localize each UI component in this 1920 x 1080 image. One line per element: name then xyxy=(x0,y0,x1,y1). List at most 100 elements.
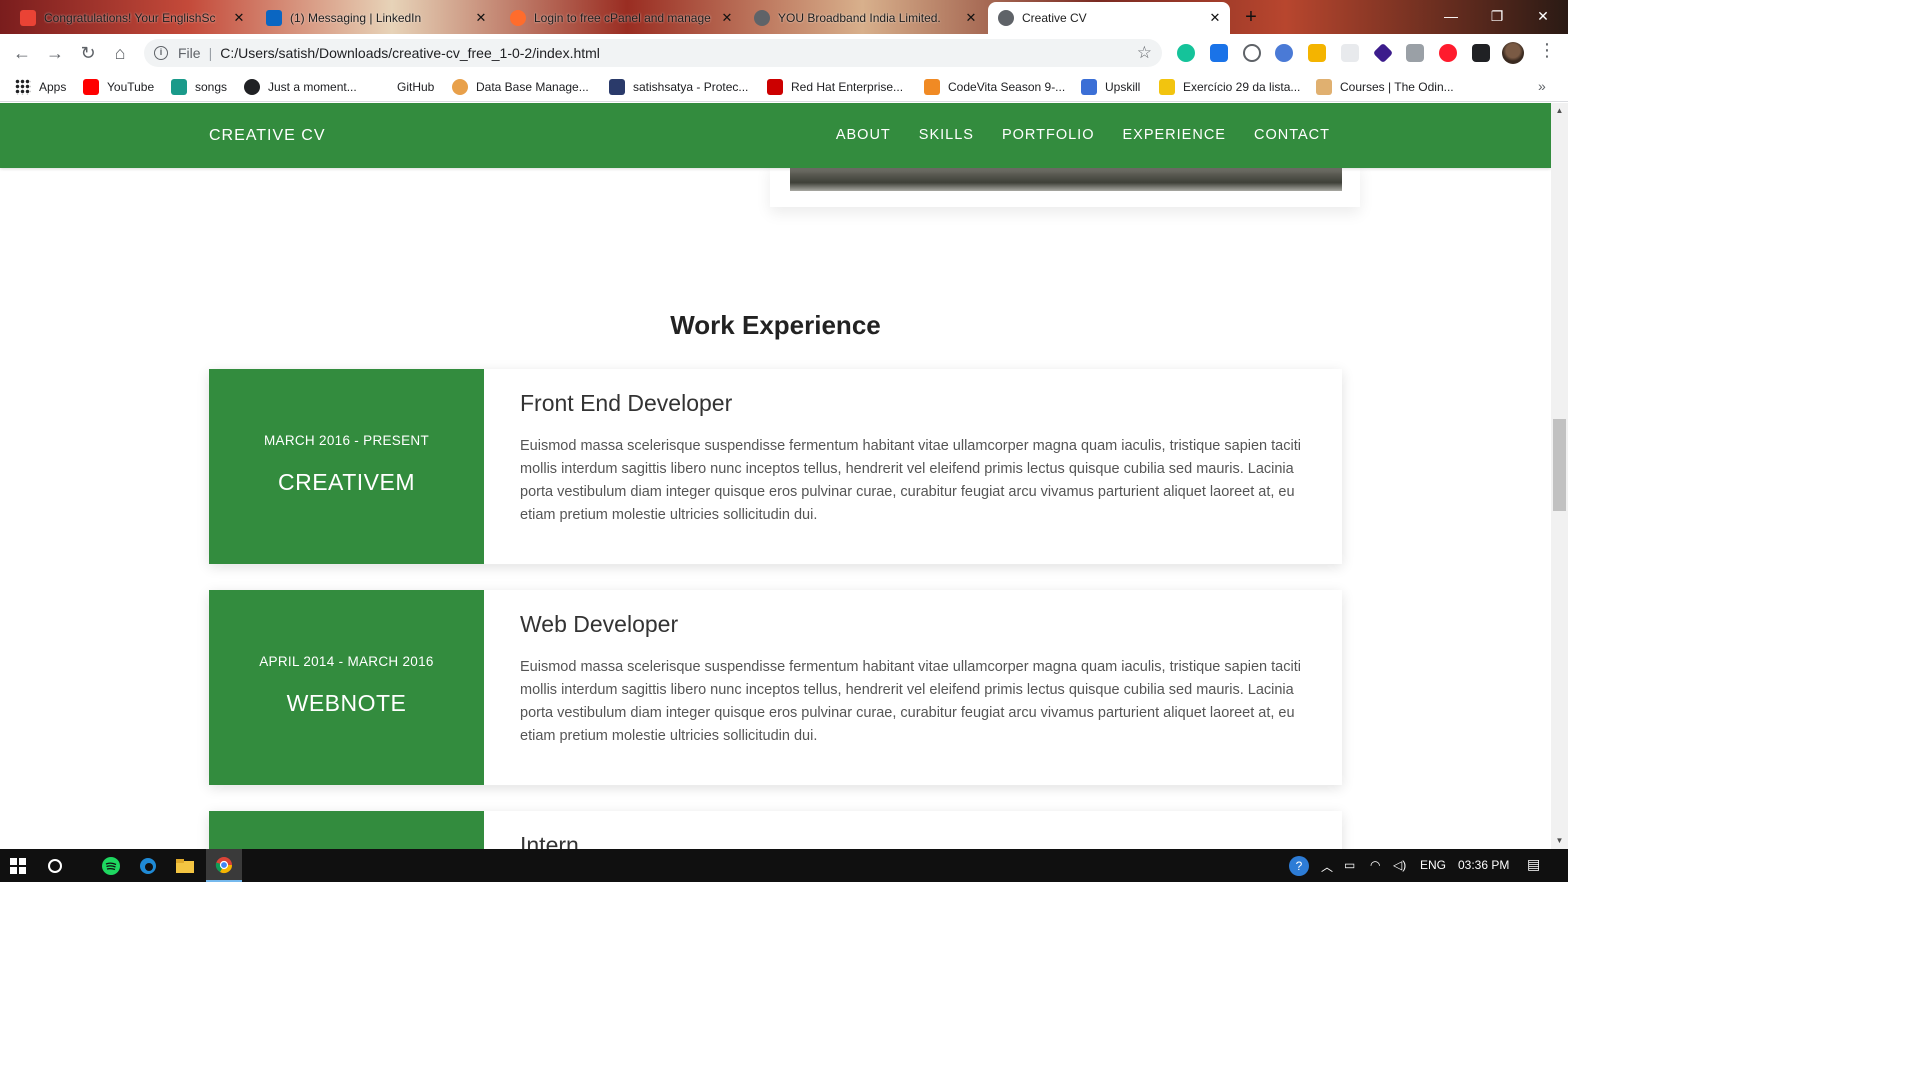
windows-start-icon[interactable] xyxy=(0,849,36,882)
bookmarks-overflow-icon[interactable]: » xyxy=(1538,78,1546,94)
url-text[interactable]: C:/Users/satish/Downloads/creative-cv_fr… xyxy=(220,45,600,61)
cast-icon[interactable] xyxy=(1406,44,1424,62)
site-nav-links: ABOUT SKILLS PORTFOLIO EXPERIENCE CONTAC… xyxy=(836,127,1330,143)
bookmarks-bar: Apps YouTube songs Just a moment... GitH… xyxy=(0,72,1568,102)
browser-tab[interactable]: (1) Messaging | LinkedIn ✕ xyxy=(256,2,496,34)
puzzle-icon[interactable] xyxy=(1472,44,1490,62)
translate-icon[interactable] xyxy=(1210,44,1228,62)
bookmark-item[interactable]: Exercício 29 da lista... xyxy=(1159,78,1300,96)
close-icon[interactable]: ✕ xyxy=(474,11,488,25)
wifi-icon[interactable]: ◠ xyxy=(1370,858,1380,872)
cpanel-icon xyxy=(510,10,526,26)
browser-tab-active[interactable]: Creative CV ✕ xyxy=(988,2,1230,34)
extension-icon[interactable] xyxy=(1341,44,1359,62)
language-indicator[interactable]: ENG xyxy=(1420,858,1446,872)
experience-date: MARCH 2016 - PRESENT xyxy=(263,433,430,448)
scrollbar-thumb[interactable] xyxy=(1553,419,1566,511)
exercise-icon xyxy=(1159,79,1175,95)
site-brand[interactable]: CREATIVE CV xyxy=(209,127,326,145)
reload-icon[interactable]: ↻ xyxy=(75,40,101,66)
grammarly-icon[interactable] xyxy=(1177,44,1195,62)
close-icon[interactable]: ✕ xyxy=(720,11,734,25)
bookmark-item[interactable]: Courses | The Odin... xyxy=(1316,78,1454,96)
music-icon xyxy=(171,79,187,95)
bookmark-item[interactable]: Red Hat Enterprise... xyxy=(767,78,903,96)
clock[interactable]: 03:36 PM xyxy=(1458,858,1509,872)
nav-link-contact[interactable]: CONTACT xyxy=(1254,127,1330,143)
info-icon[interactable]: i xyxy=(154,46,168,60)
site-navbar: CREATIVE CV ABOUT SKILLS PORTFOLIO EXPER… xyxy=(0,103,1551,168)
odin-icon xyxy=(1316,79,1332,95)
experience-description: Euismod massa scelerisque suspendisse fe… xyxy=(520,659,1301,744)
nav-link-skills[interactable]: SKILLS xyxy=(919,127,974,143)
codevita-icon xyxy=(924,79,940,95)
scroll-up-icon[interactable]: ▲ xyxy=(1554,106,1565,116)
new-tab-button[interactable]: + xyxy=(1240,7,1262,29)
minimize-icon[interactable]: — xyxy=(1428,0,1474,32)
experience-company: WEBNOTE xyxy=(286,690,407,716)
page-scrollbar[interactable]: ▲ ▼ xyxy=(1551,103,1568,849)
back-icon[interactable]: ← xyxy=(9,40,35,66)
bookmark-item[interactable]: Data Base Manage... xyxy=(452,78,589,96)
spotify-icon[interactable] xyxy=(93,849,129,882)
cortana-icon[interactable] xyxy=(37,849,73,882)
cloud-icon[interactable] xyxy=(1243,44,1261,62)
experience-role: Web Developer xyxy=(520,611,679,637)
bookmark-item[interactable]: YouTube xyxy=(83,78,154,96)
lock-icon[interactable] xyxy=(1308,44,1326,62)
nav-link-about[interactable]: ABOUT xyxy=(836,127,891,143)
close-icon[interactable]: ✕ xyxy=(964,11,978,25)
extension-icon[interactable] xyxy=(1372,42,1394,64)
database-icon xyxy=(452,79,468,95)
bookmark-item[interactable]: CodeVita Season 9-... xyxy=(924,78,1065,96)
youtube-icon xyxy=(83,79,99,95)
browser-tab[interactable]: Congratulations! Your EnglishSc ✕ xyxy=(10,2,254,34)
volume-icon[interactable]: ◁) xyxy=(1393,858,1406,872)
bookmark-item[interactable]: satishsatya - Protec... xyxy=(609,78,748,96)
address-bar[interactable]: i File | C:/Users/satish/Downloads/creat… xyxy=(144,39,1162,67)
experience-company: CREATIVEM xyxy=(278,469,415,495)
redhat-icon xyxy=(767,79,783,95)
experience-card: MARCH 2016 - PRESENT CREATIVEM Front End… xyxy=(209,369,1342,564)
apps-grid-icon xyxy=(15,79,31,95)
experience-card: Intern xyxy=(209,811,1342,849)
close-window-icon[interactable]: ✕ xyxy=(1520,0,1566,32)
battery-icon[interactable]: ▭ xyxy=(1344,858,1355,872)
browser-tab[interactable]: Login to free cPanel and manage ✕ xyxy=(500,2,742,34)
restore-icon[interactable]: ❐ xyxy=(1474,0,1520,32)
bookmark-item[interactable]: Apps xyxy=(15,78,66,96)
gmail-icon xyxy=(20,10,36,26)
more-menu-icon[interactable]: ⋮ xyxy=(1538,40,1556,61)
nav-link-portfolio[interactable]: PORTFOLIO xyxy=(1002,127,1095,143)
linkedin-icon xyxy=(266,10,282,26)
nav-link-experience[interactable]: EXPERIENCE xyxy=(1123,127,1226,143)
section-title: Work Experience xyxy=(670,310,881,340)
extension-icon[interactable] xyxy=(1275,44,1293,62)
experience-date: APRIL 2014 - MARCH 2016 xyxy=(259,654,434,669)
file-explorer-icon[interactable] xyxy=(167,849,203,882)
windows-taskbar: ? ︿ ▭ ◠ ◁) ENG 03:36 PM ▤ xyxy=(0,849,1568,882)
bookmark-item[interactable]: GitHub xyxy=(373,78,434,96)
edge-icon[interactable] xyxy=(130,849,166,882)
chevron-up-icon[interactable]: ︿ xyxy=(1321,858,1333,875)
browser-tab[interactable]: YOU Broadband India Limited. ✕ xyxy=(744,2,986,34)
bookmark-item[interactable]: songs xyxy=(171,78,227,96)
bookmark-item[interactable]: Just a moment... xyxy=(244,78,357,96)
bookmark-item[interactable]: Upskill xyxy=(1081,78,1140,96)
help-icon[interactable]: ? xyxy=(1289,856,1309,876)
experience-role: Intern xyxy=(520,832,579,849)
opera-icon[interactable] xyxy=(1439,44,1457,62)
github-icon xyxy=(373,79,389,95)
home-icon[interactable]: ⌂ xyxy=(107,40,133,66)
close-icon[interactable]: ✕ xyxy=(1208,11,1222,25)
avatar[interactable] xyxy=(1502,42,1524,64)
close-icon[interactable]: ✕ xyxy=(232,11,246,25)
notifications-icon[interactable]: ▤ xyxy=(1527,856,1540,873)
forward-icon[interactable]: → xyxy=(42,40,68,66)
bookmark-star-icon[interactable]: ☆ xyxy=(1137,43,1152,63)
upskill-icon xyxy=(1081,79,1097,95)
chrome-taskbar-icon[interactable] xyxy=(206,849,242,882)
scroll-down-icon[interactable]: ▼ xyxy=(1554,836,1565,846)
globe-icon xyxy=(998,10,1014,26)
page-viewport: CREATIVE CV ABOUT SKILLS PORTFOLIO EXPER… xyxy=(0,103,1551,849)
